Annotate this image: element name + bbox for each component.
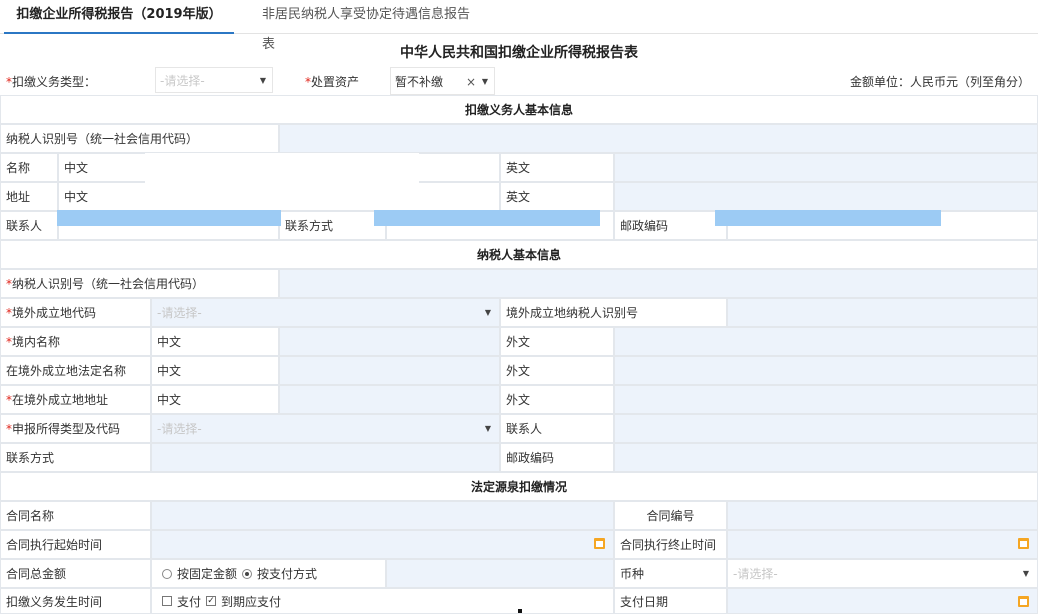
overseas-tax-id-field[interactable]	[727, 298, 1038, 327]
pay-date-label: 支付日期	[614, 588, 727, 614]
contract-name-label: 合同名称	[0, 501, 151, 530]
checkbox-due-label: 到期应支付	[221, 594, 282, 609]
taxpayer-tax-id-label: * 纳税人识别号（统一社会信用代码）	[0, 269, 279, 298]
contract-end-label: 合同执行终止时间	[614, 530, 727, 559]
contract-total-options: 按固定金额 按支付方式	[151, 559, 386, 588]
overseas-address-foreign-field[interactable]	[614, 385, 1038, 414]
dropdown-icon: ▼	[484, 308, 491, 317]
taxpayer-postal-field[interactable]	[614, 443, 1038, 472]
domestic-name-foreign-label: 外文	[500, 327, 614, 356]
taxpayer-postal-label: 邮政编码	[500, 443, 614, 472]
clear-icon[interactable]: ×	[466, 68, 476, 96]
overseas-legal-name-foreign-label: 外文	[500, 356, 614, 385]
overseas-tax-id-label: 境外成立地纳税人识别号	[500, 298, 727, 327]
taxpayer-tax-id-field[interactable]	[279, 269, 1038, 298]
redaction-bar	[57, 210, 281, 226]
occur-time-options: 支付 ✓ 到期应支付	[151, 588, 614, 614]
redaction-bar	[715, 210, 941, 226]
dispose-asset-select[interactable]: 暂不补缴 × ▼	[390, 67, 495, 95]
contract-number-field[interactable]	[727, 501, 1038, 530]
checkbox-pay-label: 支付	[177, 594, 202, 609]
redaction-bar	[374, 210, 600, 226]
domestic-name-cn-label: 中文	[151, 327, 279, 356]
pay-date-field[interactable]	[727, 588, 1038, 614]
withholder-name-en-label: 英文	[500, 153, 614, 182]
overseas-address-foreign-label: 外文	[500, 385, 614, 414]
domestic-name-label: * 境内名称	[0, 327, 151, 356]
withholder-tax-id-label: 纳税人识别号（统一社会信用代码）	[0, 124, 279, 153]
withholder-address-en-field[interactable]	[614, 182, 1038, 211]
withholder-address-en-label: 英文	[500, 182, 614, 211]
contract-total-field[interactable]	[386, 559, 614, 588]
domestic-name-foreign-field[interactable]	[614, 327, 1038, 356]
checkbox-due[interactable]: ✓	[206, 596, 217, 606]
overseas-address-label: * 在境外成立地地址	[0, 385, 151, 414]
income-type-label: * 申报所得类型及代码	[0, 414, 151, 443]
overseas-address-cn-label: 中文	[151, 385, 279, 414]
checkbox-pay[interactable]	[162, 596, 172, 606]
contract-total-label: 合同总金额	[0, 559, 151, 588]
page-title: 中华人民共和国扣缴企业所得税报告表	[400, 45, 638, 61]
dropdown-icon: ▼	[259, 76, 266, 85]
overseas-legal-name-foreign-field[interactable]	[614, 356, 1038, 385]
dropdown-icon: ▼	[484, 424, 491, 433]
radio-by-payment-label: 按支付方式	[257, 567, 318, 581]
contract-number-label: 合同编号	[614, 501, 727, 530]
withholder-address-label: 地址	[0, 182, 58, 211]
currency-note: 金额单位：人民币元（列至角分）	[849, 75, 1030, 89]
overseas-legal-name-cn-field[interactable]	[279, 356, 500, 385]
currency-select[interactable]: -请选择- ▼	[727, 559, 1038, 588]
radio-fixed-amount-label: 按固定金额	[177, 567, 238, 581]
dropdown-icon: ▼	[1022, 569, 1029, 578]
calendar-icon[interactable]	[1018, 538, 1029, 549]
dropdown-icon: ▼	[481, 77, 488, 86]
taxpayer-contact-method-label: 联系方式	[0, 443, 151, 472]
income-type-select[interactable]: -请选择- ▼	[151, 414, 500, 443]
withholder-contact-method-label: 联系方式	[279, 211, 386, 240]
section-withholder-info: 扣缴义务人基本信息	[0, 95, 1038, 124]
cursor-marker	[518, 609, 522, 613]
currency-label: 币种	[614, 559, 727, 588]
tab-withholding-report[interactable]: 扣缴企业所得税报告（2019年版）	[4, 0, 234, 34]
withholder-contact-label: 联系人	[0, 211, 58, 240]
country-code-label: * 境外成立地代码	[0, 298, 151, 327]
occur-time-label: 扣缴义务发生时间	[0, 588, 151, 614]
tab-treaty-report[interactable]: 非居民纳税人享受协定待遇信息报告表	[262, 0, 482, 52]
contract-end-date-field[interactable]	[727, 530, 1038, 559]
radio-by-payment[interactable]	[242, 568, 253, 579]
withholder-name-en-field[interactable]	[614, 153, 1038, 182]
contract-start-date-field[interactable]	[151, 530, 614, 559]
withholder-postal-label: 邮政编码	[614, 211, 727, 240]
withholder-name-label: 名称	[0, 153, 58, 182]
section-taxpayer-info: 纳税人基本信息	[0, 240, 1038, 269]
taxpayer-contact-method-field[interactable]	[151, 443, 500, 472]
radio-fixed-amount[interactable]	[162, 568, 172, 579]
tab-bar: 扣缴企业所得税报告（2019年版） 非居民纳税人享受协定待遇信息报告表	[0, 0, 1038, 52]
overseas-address-cn-field[interactable]	[279, 385, 500, 414]
section-legal-source: 法定源泉扣缴情况	[0, 472, 1038, 501]
contract-name-field[interactable]	[151, 501, 614, 530]
withholding-type-label: *扣缴义务类型：	[6, 75, 97, 89]
redaction-block	[145, 153, 419, 209]
taxpayer-contact-label: 联系人	[500, 414, 614, 443]
calendar-icon[interactable]	[1018, 596, 1029, 607]
calendar-icon[interactable]	[594, 538, 605, 549]
overseas-legal-name-cn-label: 中文	[151, 356, 279, 385]
withholding-type-select[interactable]: -请选择- ▼	[155, 67, 273, 93]
domestic-name-cn-field[interactable]	[279, 327, 500, 356]
withholder-tax-id-field[interactable]	[279, 124, 1038, 153]
country-code-select[interactable]: -请选择- ▼	[151, 298, 500, 327]
contract-start-label: 合同执行起始时间	[0, 530, 151, 559]
taxpayer-contact-field[interactable]	[614, 414, 1038, 443]
dispose-asset-label: *处置资产	[305, 75, 360, 89]
overseas-legal-name-label: 在境外成立地法定名称	[0, 356, 151, 385]
